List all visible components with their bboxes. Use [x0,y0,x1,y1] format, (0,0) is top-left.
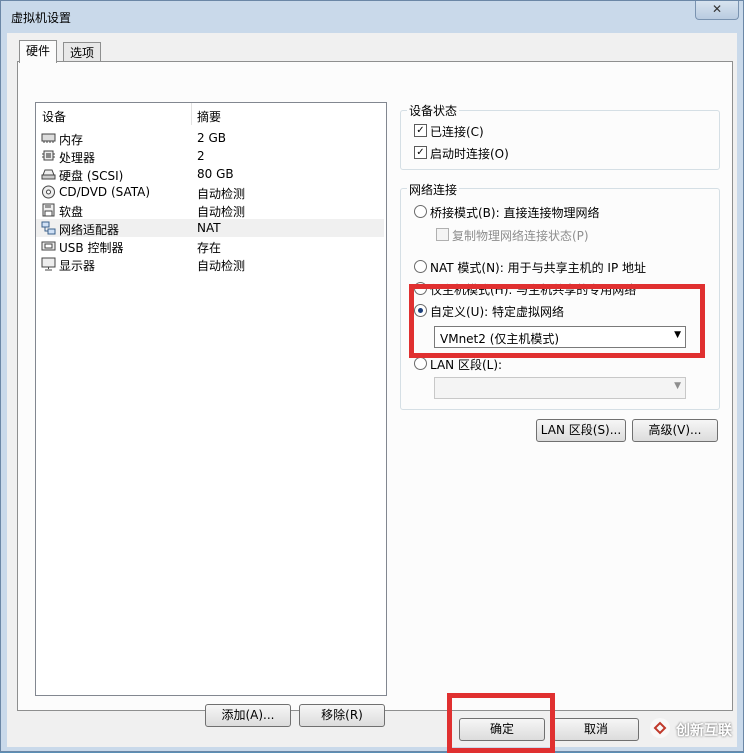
device-row-memory[interactable]: 内存 2 GB [36,129,384,147]
column-header-summary[interactable]: 摘要 [197,108,221,125]
device-row-cpu[interactable]: 处理器 2 [36,147,384,165]
cancel-button[interactable]: 取消 [553,718,639,741]
hardware-panel: 设备 摘要 内存 2 GB 处理器 2 硬盘 (SCSI) 80 GB CD/D… [17,61,733,727]
bridged-radio[interactable] [414,205,427,218]
replicate-state-label: 复制物理网络连接状态(P) [452,229,589,243]
title-bar[interactable]: 虚拟机设置 ✕ [1,1,743,31]
connect-on-power-checkbox[interactable]: ✓ [414,146,427,159]
network-adapter-icon [41,221,56,235]
close-button[interactable]: ✕ [695,1,739,20]
watermark: 创新互联 [648,716,742,742]
nat-label[interactable]: NAT 模式(N): 用于与共享主机的 IP 地址 [430,259,646,276]
device-row-cd-dvd[interactable]: CD/DVD (SATA) 自动检测 [36,183,384,201]
cd-dvd-icon [42,185,55,199]
advanced-button[interactable]: 高级(V)... [632,419,718,442]
highlight-box-ok [447,693,555,753]
lan-segment-select: ▼ [434,377,686,399]
column-divider[interactable] [191,103,192,125]
watermark-logo-icon [650,718,670,738]
usb-icon [41,241,56,251]
device-list[interactable]: 设备 摘要 内存 2 GB 处理器 2 硬盘 (SCSI) 80 GB CD/D… [35,102,387,696]
display-icon [41,257,56,271]
device-row-usb[interactable]: USB 控制器 存在 [36,237,384,255]
dropdown-arrow-icon: ▼ [674,381,681,391]
replicate-state-checkbox [436,228,449,241]
device-status-title: 设备状态 [407,102,460,119]
settings-window: 虚拟机设置 ✕ 硬件 选项 设备 摘要 内存 2 GB 处理器 2 硬盘 (SC… [0,0,744,753]
remove-button[interactable]: 移除(R) [299,704,385,727]
hard-disk-icon [41,169,56,180]
network-connection-title: 网络连接 [407,181,460,198]
lan-segments-button[interactable]: LAN 区段(S)... [536,419,626,442]
tab-hardware[interactable]: 硬件 [19,40,58,63]
connect-on-power-label[interactable]: 启动时连接(O) [430,145,509,162]
device-row-hard-disk[interactable]: 硬盘 (SCSI) 80 GB [36,165,384,183]
dialog-client: 硬件 选项 设备 摘要 内存 2 GB 处理器 2 硬盘 (SCSI) 80 G… [7,33,737,753]
bridged-label[interactable]: 桥接模式(B): 直接连接物理网络 [430,204,599,221]
lan-segment-label[interactable]: LAN 区段(L): [430,356,502,373]
watermark-text: 创新互联 [676,723,732,739]
add-button[interactable]: 添加(A)... [205,704,291,727]
device-row-display[interactable]: 显示器 自动检测 [36,255,384,273]
floppy-icon [42,203,55,217]
window-title: 虚拟机设置 [11,11,72,25]
device-row-floppy[interactable]: 软盘 自动检测 [36,201,384,219]
highlight-box-custom [409,284,705,358]
nat-radio[interactable] [414,260,427,273]
device-row-network-adapter[interactable]: 网络适配器 NAT [36,219,384,237]
close-icon: ✕ [711,2,723,16]
memory-icon [41,133,56,143]
column-header-device[interactable]: 设备 [42,108,66,125]
lan-segment-radio[interactable] [414,357,427,370]
cpu-icon [42,150,55,161]
connected-label[interactable]: 已连接(C) [430,123,484,140]
connected-checkbox[interactable]: ✓ [414,124,427,137]
tab-options[interactable]: 选项 [63,42,102,63]
